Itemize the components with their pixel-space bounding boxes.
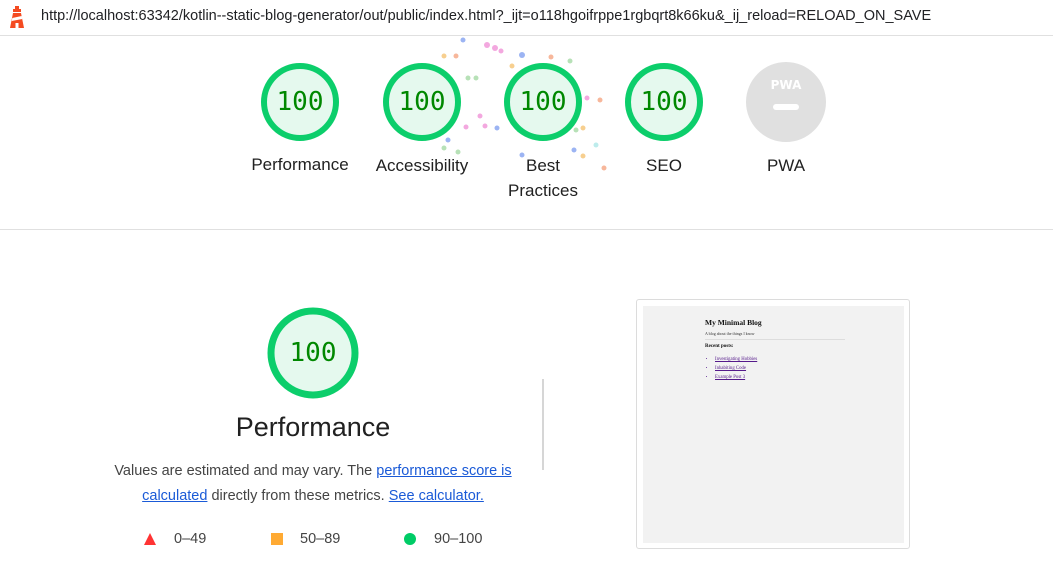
preview-title: My Minimal Blog [705, 318, 762, 327]
section-divider [0, 229, 1053, 230]
gauge-label: SEO [646, 156, 682, 175]
gauge-label: PWA [766, 156, 806, 175]
browser-address-bar: http://localhost:63342/kotlin--static-bl… [0, 0, 1053, 36]
gauge-label: Accessibility [375, 156, 469, 175]
preview-post-list: Investigating Hobbies Inhabiting Code Ex… [707, 355, 757, 382]
gauge-score: 100 [276, 87, 324, 117]
vertical-divider [542, 379, 544, 470]
preview-post-link: Inhabiting Code [715, 364, 757, 373]
preview-post-link: Investigating Hobbies [715, 355, 757, 364]
legend-range: 50–89 [300, 531, 341, 547]
pwa-badge-icon: PWA [746, 62, 826, 142]
legend-range: 90–100 [434, 531, 483, 547]
gauge-score: 100 [398, 87, 446, 117]
desc-text: Values are estimated and may vary. The [114, 463, 377, 479]
gauge-score: 100 [640, 87, 688, 117]
square-icon [271, 533, 283, 545]
pwa-badge-text: PWA [771, 78, 802, 92]
final-screenshot[interactable]: My Minimal Blog A blog about the things … [636, 299, 910, 549]
see-calculator-link[interactable]: See calculator. [389, 488, 484, 504]
performance-score: 100 [289, 338, 337, 368]
preview-post-link: Example Post 3 [715, 373, 757, 382]
circle-icon [404, 533, 416, 545]
triangle-icon [144, 533, 156, 545]
gauge-label: Performance [251, 155, 349, 174]
gauge-score: 100 [519, 87, 567, 117]
legend-range: 0–49 [174, 531, 207, 547]
performance-title: Performance [235, 412, 391, 442]
preview-subtitle: A blog about the things I know [705, 331, 755, 336]
url-text[interactable]: http://localhost:63342/kotlin--static-bl… [41, 8, 931, 24]
screenshot-preview: My Minimal Blog A blog about the things … [643, 306, 904, 543]
preview-divider [705, 339, 845, 340]
desc-text: directly from these metrics. [207, 488, 389, 504]
lighthouse-icon [10, 6, 24, 28]
preview-recent-heading: Recent posts: [705, 344, 734, 349]
gauge-label: Best Practices [508, 156, 578, 200]
performance-description: Values are estimated and may vary. The p… [108, 459, 518, 509]
